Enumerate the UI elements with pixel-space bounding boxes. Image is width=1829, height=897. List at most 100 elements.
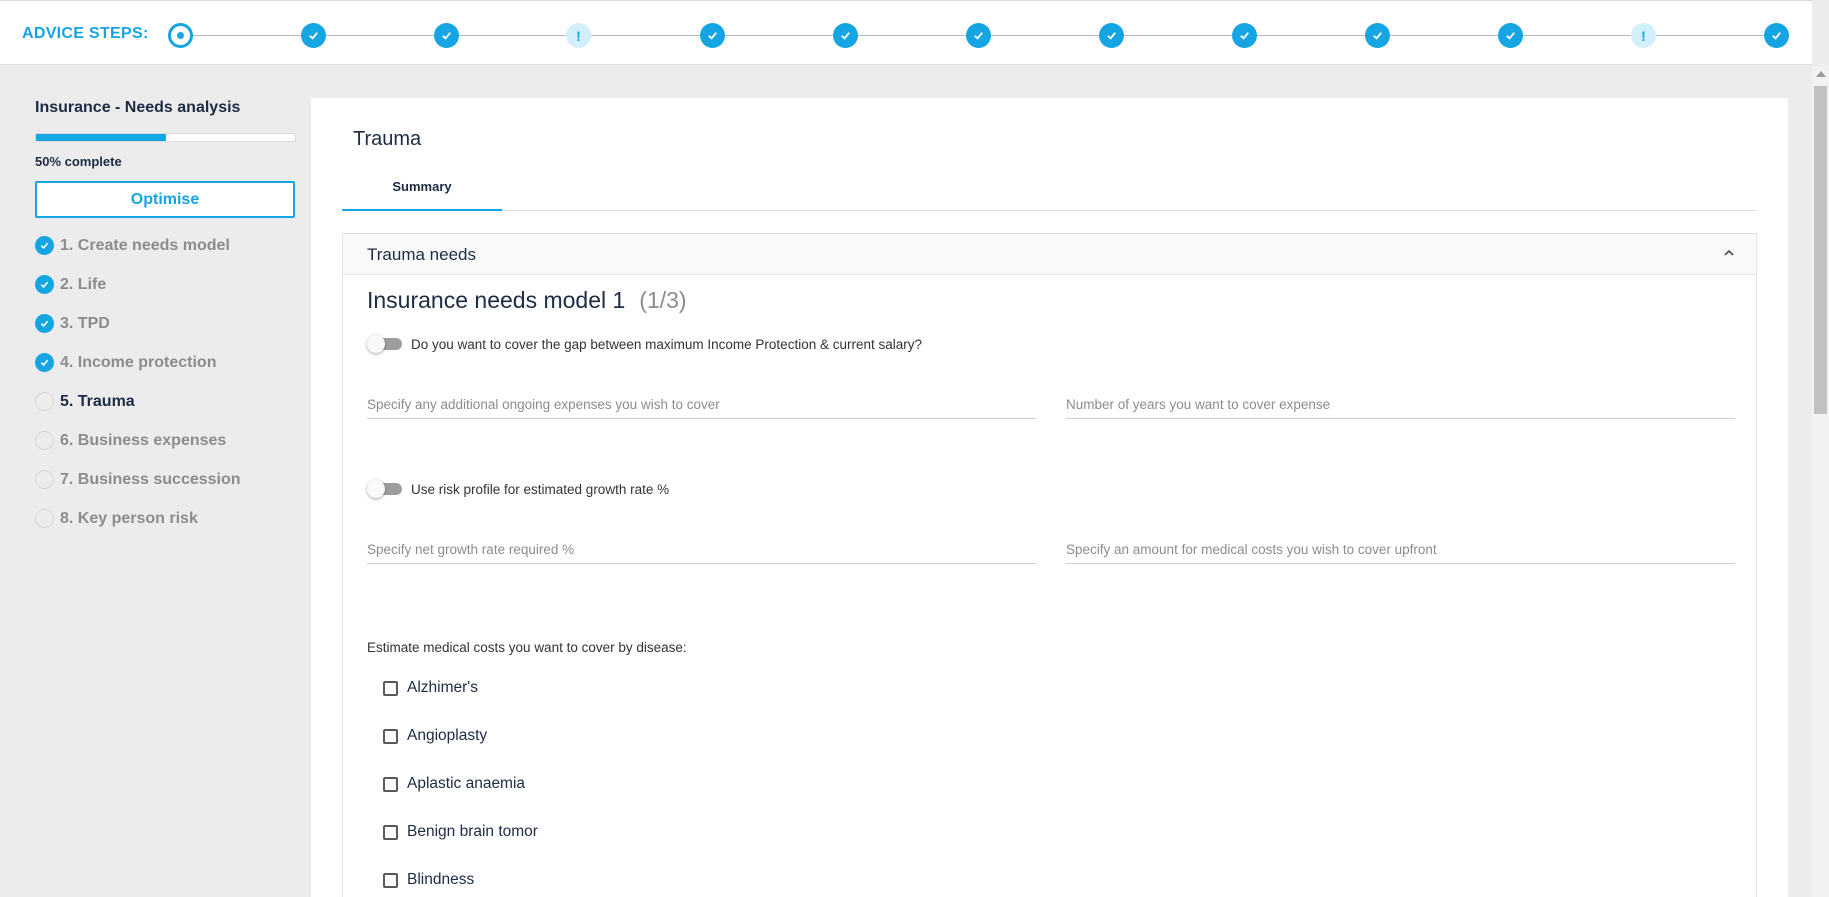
step-10-done[interactable] [1365,23,1390,48]
disease-option[interactable]: Benign brain tomor [383,823,538,841]
sidebar-item-label: 6. Business expenses [60,431,227,449]
check-circle-icon [35,353,54,372]
step-4-warning[interactable]: ! [566,23,591,48]
toggle-knob [367,480,385,498]
empty-circle-icon [35,470,54,489]
check-icon [1506,32,1515,40]
current-step-icon [177,32,184,39]
page-scrollbar[interactable] [1812,66,1829,897]
step-9-done[interactable] [1232,23,1257,48]
sidebar-item-trauma[interactable]: 5. Trauma [35,382,297,421]
sidebar-item-create-needs-model[interactable]: 1. Create needs model [35,226,297,265]
sidebar-item-income-protection[interactable]: 4. Income protection [35,343,297,382]
sidebar-item-label: 8. Key person risk [60,509,198,527]
check-icon [1107,32,1116,40]
empty-circle-icon [35,392,54,411]
trauma-needs-card: Trauma needs Insurance needs model 1 (1/3… [342,233,1757,897]
step-5-done[interactable] [700,23,725,48]
sidebar-nav: 1. Create needs model 2. Life 3. TPD 4. … [35,226,297,538]
empty-circle-icon [35,509,54,528]
step-2-done[interactable] [301,23,326,48]
disease-option[interactable]: Blindness [383,871,474,889]
empty-circle-icon [35,431,54,450]
disease-checkbox[interactable] [383,872,398,888]
check-icon [309,32,318,40]
scroll-up-arrow-icon[interactable] [1816,71,1826,77]
optimise-button[interactable]: Optimise [35,181,295,218]
gap-cover-toggle[interactable] [367,335,402,353]
progress-text: 50% complete [35,154,122,169]
step-12-warning[interactable]: ! [1631,23,1656,48]
advice-steps-label: ADVICE STEPS: [22,25,149,42]
gap-cover-toggle-row: Do you want to cover the gap between max… [367,335,922,353]
check-icon [1373,32,1382,40]
sidebar: Insurance - Needs analysis 50% complete … [35,65,297,538]
progress-bar [35,133,296,142]
chevron-up-icon[interactable] [1722,246,1736,260]
main-panel: Trauma Summary Trauma needs Insurance ne… [311,98,1788,897]
disease-label: Aplastic anaemia [407,775,526,792]
sidebar-item-business-succession[interactable]: 7. Business succession [35,460,297,499]
check-icon [1772,32,1781,40]
sidebar-item-key-person-risk[interactable]: 8. Key person risk [35,499,297,538]
model-count: (1/3) [639,287,687,313]
tab-summary[interactable]: Summary [342,176,502,211]
tab-bar: Summary [342,176,1757,211]
check-icon [841,32,850,40]
disease-checkbox[interactable] [383,776,398,792]
progress-bar-fill [36,134,166,141]
risk-profile-toggle-row: Use risk profile for estimated growth ra… [367,480,669,498]
page-title: Trauma [353,128,422,150]
exclamation-icon: ! [576,27,581,44]
sidebar-item-label: 1. Create needs model [60,236,230,254]
sidebar-title: Insurance - Needs analysis [35,99,241,116]
model-title-text: Insurance needs model 1 [367,287,626,313]
check-circle-icon [35,275,54,294]
disease-checkbox[interactable] [383,824,398,840]
card-header[interactable]: Trauma needs [343,234,1756,275]
check-icon [974,32,983,40]
gap-cover-toggle-label: Do you want to cover the gap between max… [411,336,922,352]
step-8-done[interactable] [1099,23,1124,48]
disease-label: Alzhimer's [407,679,478,696]
risk-profile-toggle-label: Use risk profile for estimated growth ra… [411,481,670,497]
years-cover-input[interactable] [1066,391,1735,419]
sidebar-item-label: 3. TPD [60,314,110,332]
step-1-current[interactable] [168,23,193,48]
sidebar-item-label: 5. Trauma [60,392,135,410]
step-7-done[interactable] [966,23,991,48]
disease-checkbox[interactable] [383,728,398,744]
check-circle-icon [35,236,54,255]
step-11-done[interactable] [1498,23,1523,48]
disease-label: Angioplasty [407,727,488,744]
sidebar-item-tpd[interactable]: 3. TPD [35,304,297,343]
sidebar-item-business-expenses[interactable]: 6. Business expenses [35,421,297,460]
toggle-knob [367,335,385,353]
card-header-title: Trauma needs [367,245,476,264]
check-icon [442,32,451,40]
step-13-done[interactable] [1764,23,1789,48]
disease-label: Benign brain tomor [407,823,538,840]
step-3-done[interactable] [434,23,459,48]
disease-option[interactable]: Alzhimer's [383,679,478,697]
disease-option[interactable]: Angioplasty [383,727,487,745]
ongoing-expenses-input[interactable] [367,391,1036,419]
sidebar-item-label: 2. Life [60,275,107,293]
exclamation-icon: ! [1641,27,1646,44]
medical-upfront-input[interactable] [1066,536,1735,564]
step-6-done[interactable] [833,23,858,48]
disease-option[interactable]: Aplastic anaemia [383,775,525,793]
risk-profile-toggle[interactable] [367,480,402,498]
check-icon [1240,32,1249,40]
disease-section-label: Estimate medical costs you want to cover… [367,640,687,655]
check-circle-icon [35,314,54,333]
sidebar-item-life[interactable]: 2. Life [35,265,297,304]
scrollbar-thumb[interactable] [1814,86,1827,414]
advice-steps-bar: ADVICE STEPS: ! ! [0,0,1812,65]
disease-checkbox[interactable] [383,680,398,696]
growth-rate-input[interactable] [367,536,1036,564]
disease-label: Blindness [407,871,475,888]
check-icon [708,32,717,40]
sidebar-item-label: 7. Business succession [60,470,241,488]
model-title: Insurance needs model 1 (1/3) [367,287,687,314]
